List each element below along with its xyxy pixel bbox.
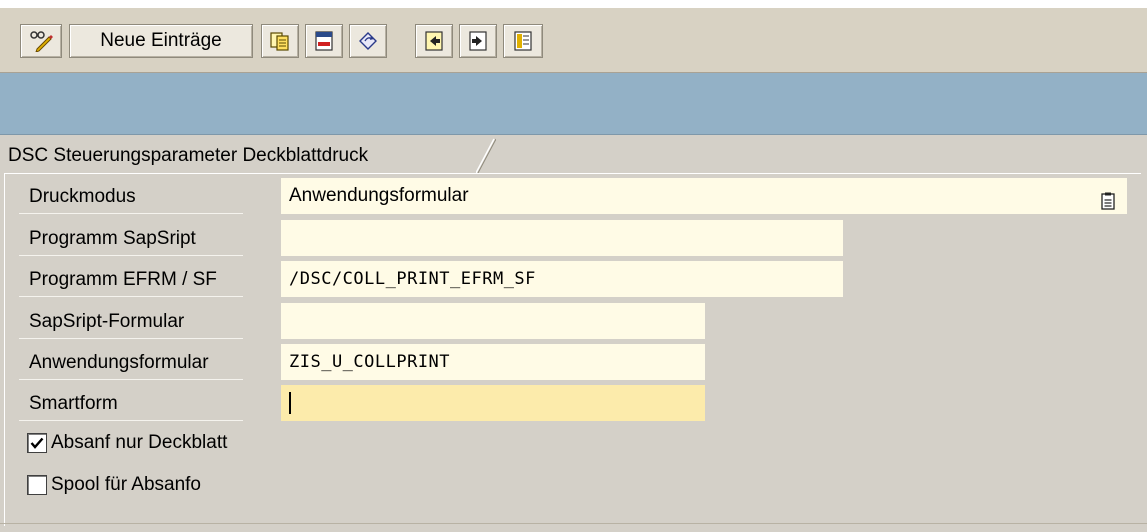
application-toolbar: Neue Einträge <box>0 8 1147 73</box>
anwendungsformular-label: Anwendungsformular <box>19 346 243 380</box>
absanf-nur-deckblatt-checkbox[interactable] <box>27 433 47 453</box>
tab-edge <box>476 138 496 173</box>
programm-efrm-sf-label: Programm EFRM / SF <box>19 263 243 297</box>
new-entries-label: Neue Einträge <box>100 30 222 51</box>
panel-bottom-border <box>0 523 1147 524</box>
undo-icon <box>356 30 380 52</box>
next-entry-icon <box>467 30 489 52</box>
title-strip <box>0 0 1147 8</box>
programm-efrm-sf-value: /DSC/COLL_PRINT_EFRM_SF <box>289 269 536 289</box>
programm-sapsript-label: Programm SapSript <box>19 222 243 256</box>
select-block-button[interactable] <box>503 24 543 58</box>
checkmark-icon <box>30 437 44 449</box>
form-panel: Druckmodus Anwendungsformular Programm S… <box>4 173 1141 526</box>
header-band <box>0 73 1147 135</box>
select-block-icon <box>512 30 534 52</box>
delete-button[interactable] <box>305 24 343 58</box>
delete-icon <box>313 30 335 52</box>
tab-area: DSC Steuerungsparameter Deckblattdruck D… <box>0 135 1147 532</box>
undo-change-button[interactable] <box>349 24 387 58</box>
druckmodus-field[interactable]: Anwendungsformular <box>281 178 1127 214</box>
druckmodus-label: Druckmodus <box>19 180 243 214</box>
pencil-glasses-icon <box>29 30 53 52</box>
sap-window: Neue Einträge DSC Steuerungsparameter De… <box>0 0 1147 532</box>
value-help-icon[interactable] <box>1101 187 1115 223</box>
smartform-label: Smartform <box>19 387 243 421</box>
display-change-button[interactable] <box>20 24 62 58</box>
anwendungsformular-field[interactable]: ZIS_U_COLLPRINT <box>281 344 705 380</box>
spool-fuer-absanfo-label: Spool für Absanfo <box>51 474 201 495</box>
smartform-field[interactable] <box>281 385 705 421</box>
previous-entry-icon <box>423 30 445 52</box>
sapsript-formular-field[interactable] <box>281 303 705 339</box>
copy-button[interactable] <box>261 24 299 58</box>
anwendungsformular-value: ZIS_U_COLLPRINT <box>289 352 451 372</box>
druckmodus-value: Anwendungsformular <box>289 185 469 206</box>
previous-entry-button[interactable] <box>415 24 453 58</box>
programm-sapsript-field[interactable] <box>281 220 843 256</box>
spool-fuer-absanfo-checkbox[interactable] <box>27 475 47 495</box>
next-entry-button[interactable] <box>459 24 497 58</box>
absanf-nur-deckblatt-row[interactable]: Absanf nur Deckblatt <box>27 428 227 458</box>
text-cursor <box>289 392 291 414</box>
new-entries-button[interactable]: Neue Einträge <box>69 24 253 58</box>
tab-title[interactable]: DSC Steuerungsparameter Deckblattdruck <box>4 139 368 173</box>
programm-efrm-sf-field[interactable]: /DSC/COLL_PRINT_EFRM_SF <box>281 261 843 297</box>
copy-icon <box>269 30 291 52</box>
absanf-nur-deckblatt-label: Absanf nur Deckblatt <box>51 432 228 453</box>
spool-fuer-absanfo-row[interactable]: Spool für Absanfo <box>27 470 201 500</box>
sapsript-formular-label: SapSript-Formular <box>19 305 243 339</box>
